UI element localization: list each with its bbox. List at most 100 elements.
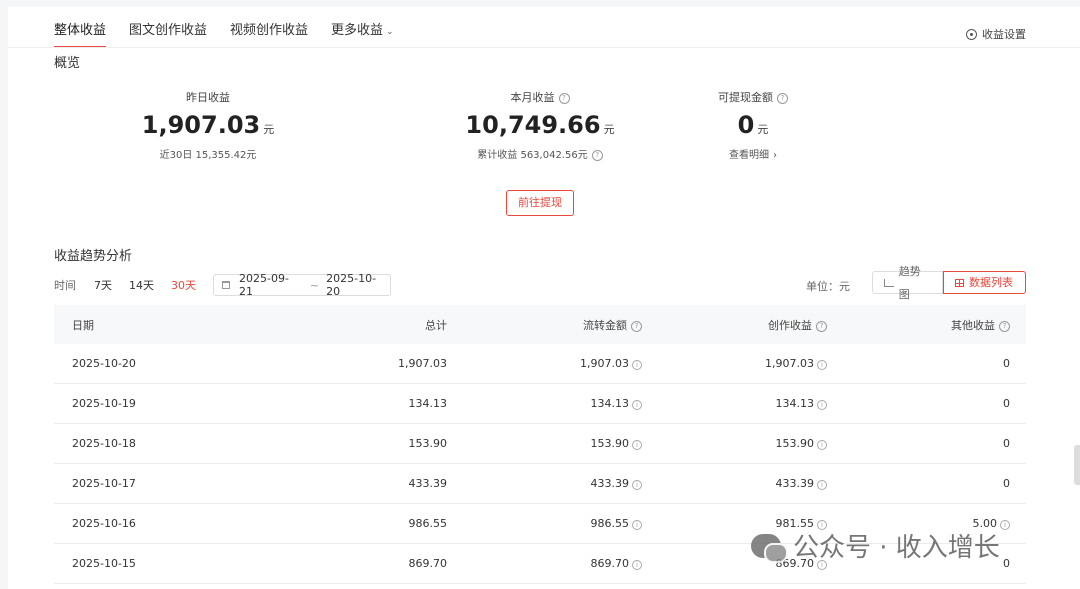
info-icon[interactable]: i: [632, 520, 642, 530]
cell-flow: 986.55 i: [447, 517, 642, 530]
yesterday-income-amount: 1,907.03: [141, 111, 261, 139]
cell-total: 869.70: [408, 557, 448, 570]
cell-flow-value: 869.70: [590, 557, 630, 570]
help-icon[interactable]: ?: [999, 320, 1010, 332]
help-icon[interactable]: ?: [558, 93, 570, 104]
range-14-days[interactable]: 14天: [129, 277, 154, 293]
info-icon[interactable]: i: [817, 480, 827, 490]
side-scroll-tab[interactable]: [1074, 445, 1080, 485]
info-icon[interactable]: i: [632, 560, 642, 570]
header-creation-label: 创作收益: [768, 318, 812, 332]
cell-other: 0: [827, 357, 1026, 370]
cell-date: 2025-10-15: [72, 557, 136, 570]
help-icon[interactable]: ?: [591, 150, 603, 161]
date-end: 2025-10-20: [326, 272, 377, 298]
help-icon[interactable]: ?: [777, 93, 788, 104]
cell-total: 153.90: [408, 437, 448, 450]
cell-other: 0: [827, 397, 1026, 410]
range-7-days[interactable]: 7天: [94, 277, 112, 293]
calendar-icon: [222, 281, 230, 289]
cell-other-value: 0: [1003, 557, 1010, 570]
tabs-divider: [8, 47, 1080, 48]
cell-other: 0: [827, 437, 1026, 450]
cell-flow: 153.90 i: [447, 437, 642, 450]
cell-date: 2025-10-16: [72, 517, 136, 530]
time-filter: 时间 7天 14天 30天 2025-09-21 ~ 2025-10-20: [54, 272, 391, 298]
info-icon[interactable]: i: [632, 440, 642, 450]
cell-creation: 153.90 i: [642, 437, 827, 450]
help-icon[interactable]: ?: [631, 320, 642, 332]
cell-date: 2025-10-17: [72, 477, 136, 490]
date-separator: ~: [309, 278, 320, 292]
month-income-value: 10,749.66 元: [440, 111, 640, 139]
cell-creation: 134.13 i: [642, 397, 827, 410]
cell-total: 134.13: [408, 397, 448, 410]
withdrawable-value: 0元: [683, 111, 823, 139]
data-list-label: 数据列表: [969, 276, 1013, 289]
withdrawable-label: 可提现金额: [718, 91, 773, 104]
trend-chart-label: 趋势图: [898, 264, 921, 301]
cell-other-value: 0: [1003, 397, 1010, 410]
tab-video-income[interactable]: 视频创作收益: [230, 21, 308, 41]
cell-flow: 433.39 i: [447, 477, 642, 490]
cell-creation: 433.39 i: [642, 477, 827, 490]
cell-flow-value: 1,907.03: [580, 357, 629, 370]
cell-total: 433.39: [408, 477, 448, 490]
help-icon[interactable]: ?: [816, 320, 827, 332]
income-settings-button[interactable]: 收益设置: [966, 26, 1026, 42]
withdraw-button[interactable]: 前往提现: [506, 190, 574, 216]
yesterday-income-value: 1,907.03 元: [118, 111, 298, 139]
cell-flow-value: 986.55: [590, 517, 630, 530]
watermark-text: 公众号 · 收入增长: [793, 533, 1000, 563]
month-income-stat: 本月收益? 10,749.66 元 累计收益 563,042.56元?: [440, 89, 640, 161]
info-icon[interactable]: i: [817, 360, 827, 370]
last30-income: 近30日 15,355.42元: [159, 150, 257, 161]
cell-creation-value: 1,907.03: [765, 357, 814, 370]
cell-flow: 1,907.03 i: [447, 357, 642, 370]
month-income-amount: 10,749.66: [465, 111, 601, 139]
tab-more-label: 更多收益: [331, 23, 384, 38]
table-row: 2025-10-17 433.39 433.39 i 433.39 i 0: [54, 464, 1026, 504]
yesterday-income-label: 昨日收益: [186, 91, 230, 104]
cell-creation-value: 433.39: [775, 477, 815, 490]
watermark: 公众号 · 收入增长: [751, 527, 1000, 564]
range-30-days[interactable]: 30天: [171, 277, 196, 293]
info-icon[interactable]: i: [817, 400, 827, 410]
cell-creation-value: 153.90: [775, 437, 815, 450]
tab-article-income[interactable]: 图文创作收益: [129, 21, 207, 41]
trend-title: 收益趋势分析: [54, 249, 133, 264]
month-income-label: 本月收益: [510, 91, 555, 104]
tab-more-income[interactable]: 更多收益 ⌄: [331, 21, 394, 42]
header-total: 总计: [425, 318, 447, 332]
top-tabs: 整体收益 图文创作收益 视频创作收益 更多收益 ⌄: [54, 21, 417, 48]
info-icon[interactable]: i: [817, 440, 827, 450]
view-details-link[interactable]: 查看明细 ›: [683, 146, 823, 161]
cell-date: 2025-10-20: [72, 357, 136, 370]
cell-flow-value: 433.39: [590, 477, 630, 490]
settings-label: 收益设置: [982, 28, 1026, 41]
header-flow-label: 流转金额: [583, 318, 627, 332]
wechat-icon: [751, 533, 788, 563]
info-icon[interactable]: i: [632, 360, 642, 370]
tab-overall-income[interactable]: 整体收益: [54, 21, 107, 48]
info-icon[interactable]: i: [632, 400, 642, 410]
withdrawable-stat: 可提现金额? 0元 查看明细 ›: [683, 89, 823, 161]
main-card: 整体收益 图文创作收益 视频创作收益 更多收益 ⌄ 收益设置 概览 昨日收益 1,…: [8, 7, 1080, 589]
trend-chart-button[interactable]: 趋势图: [872, 265, 943, 301]
view-details-label: 查看明细: [729, 150, 769, 161]
cumulative-income-wrap: 累计收益 563,042.56元?: [440, 146, 640, 161]
cell-other-value: 0: [1003, 357, 1010, 370]
info-icon[interactable]: i: [632, 480, 642, 490]
info-icon[interactable]: i: [1000, 520, 1010, 530]
header-other: 其他收益?: [827, 317, 1026, 333]
date-range-picker[interactable]: 2025-09-21 ~ 2025-10-20: [213, 272, 391, 298]
header-date: 日期: [72, 318, 94, 332]
table-row: 2025-10-20 1,907.03 1,907.03 i 1,907.03 i 0: [54, 344, 1026, 384]
cell-creation: 1,907.03 i: [642, 357, 827, 370]
cell-other-value: 0: [1003, 437, 1010, 450]
yesterday-income-stat: 昨日收益 1,907.03 元 近30日 15,355.42元: [118, 89, 298, 161]
cell-total: 986.55: [408, 517, 448, 530]
overview-title: 概览: [54, 56, 81, 71]
table-header: 日期 总计 流转金额? 创作收益? 其他收益?: [54, 305, 1026, 344]
data-list-button[interactable]: 数据列表: [943, 271, 1026, 294]
